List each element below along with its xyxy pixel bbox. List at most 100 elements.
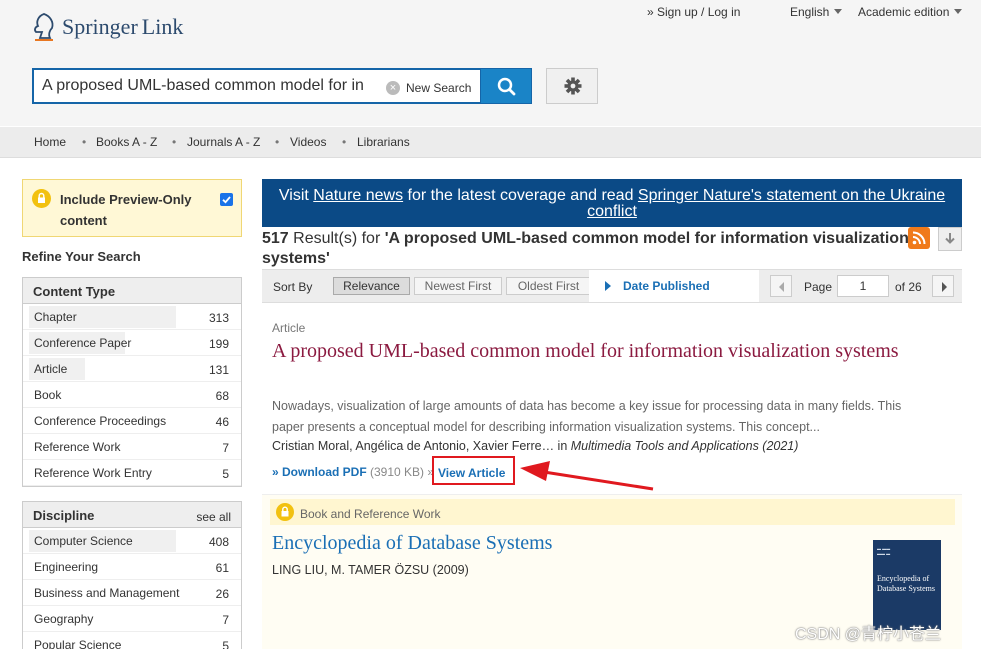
authors-text[interactable]: Cristian Moral, Angélica de Antonio, Xav…: [272, 439, 571, 453]
sort-oldest-button[interactable]: Oldest First: [506, 277, 591, 295]
facet-label[interactable]: Chapter: [34, 310, 77, 324]
rss-feed-button[interactable]: [908, 227, 930, 249]
next-page-button[interactable]: [932, 275, 954, 297]
new-search-link[interactable]: New Search: [406, 81, 471, 95]
journal-link[interactable]: Multimedia Tools and Applications (2021): [571, 439, 799, 453]
nav-journals[interactable]: Journals A - Z: [187, 135, 260, 149]
download-pdf-link[interactable]: » Download PDF: [272, 465, 367, 479]
rss-icon: [912, 231, 926, 245]
facet-header: Discipline see all: [23, 502, 241, 528]
content-type-facet-row[interactable]: Reference Work 7: [23, 434, 241, 460]
view-article-link[interactable]: View Article: [438, 466, 505, 480]
date-published-label: Date Published: [623, 279, 710, 293]
banner-text: for the latest coverage and read: [403, 187, 638, 204]
facet-count: 7: [222, 613, 229, 627]
date-published-filter[interactable]: Date Published: [589, 270, 759, 302]
book-cover-image[interactable]: ▬ ▬▬ ▬▬ ▬ Encyclopedia of Database System…: [873, 540, 941, 630]
page-number-input[interactable]: 1: [837, 275, 889, 297]
content-type-facet-row[interactable]: Article 131: [23, 356, 241, 382]
result-authors: LING LIU, M. TAMER ÖZSU (2009): [272, 563, 469, 577]
facet-label[interactable]: Engineering: [34, 560, 98, 574]
facet-label[interactable]: Geography: [34, 612, 93, 626]
nav-librarians[interactable]: Librarians: [357, 135, 410, 149]
discipline-facet-row[interactable]: Engineering 61: [23, 554, 241, 580]
facet-count: 61: [215, 561, 229, 575]
nav-separator: •: [275, 135, 280, 149]
facet-header: Content Type: [23, 278, 241, 304]
download-icon: [945, 233, 955, 244]
facet-label[interactable]: Reference Work Entry: [34, 466, 152, 480]
facet-label[interactable]: Book: [34, 388, 61, 402]
pdf-size: (3910 KB): [370, 465, 425, 479]
result-actions: » Download PDF (3910 KB) »: [272, 465, 434, 479]
sort-newest-button[interactable]: Newest First: [414, 277, 502, 295]
refine-heading: Refine Your Search: [22, 249, 141, 264]
edition-selector[interactable]: Academic edition: [858, 5, 963, 19]
search-input[interactable]: A proposed UML-based common model for in: [42, 77, 375, 97]
facet-count: 199: [208, 337, 229, 351]
header: Springer Link » Sign up / Log in English …: [0, 0, 981, 126]
search-button[interactable]: [480, 68, 532, 104]
book-cover-title: Encyclopedia of Database Systems: [877, 574, 935, 593]
nav-home[interactable]: Home: [34, 135, 66, 149]
content-type-facet-row[interactable]: Reference Work Entry 5: [23, 460, 241, 486]
preview-only-filter[interactable]: Include Preview-Only content: [22, 179, 242, 237]
content-type-facet-row[interactable]: Conference Paper 199: [23, 330, 241, 356]
result-authors: Cristian Moral, Angélica de Antonio, Xav…: [272, 439, 942, 453]
caret-right-icon: [605, 281, 611, 291]
facet-count: 131: [208, 363, 229, 377]
facet-count: 46: [215, 415, 229, 429]
facet-label[interactable]: Computer Science: [34, 534, 133, 548]
nav-separator: •: [82, 135, 87, 149]
content-type-facet-row[interactable]: Conference Proceedings 46: [23, 408, 241, 434]
download-results-button[interactable]: [938, 227, 962, 251]
nav-videos[interactable]: Videos: [290, 135, 326, 149]
lock-icon: [32, 189, 51, 208]
watermark: CSDN @青柠小苍兰: [795, 626, 942, 643]
discipline-facet: Discipline see all Computer Science 408 En…: [22, 501, 242, 649]
cover-decoration: ▬ ▬▬ ▬▬ ▬: [877, 546, 891, 556]
page-label: Page: [804, 280, 833, 294]
results-summary: 517 Result(s) for 'A proposed UML-based …: [262, 229, 912, 269]
facet-count: 408: [208, 535, 229, 549]
facet-title: Content Type: [33, 284, 116, 299]
sort-relevance-button[interactable]: Relevance: [333, 277, 410, 295]
annotation-arrow: [520, 461, 654, 491]
result-snippet: Nowadays, visualization of large amounts…: [272, 399, 902, 434]
search-icon: [497, 77, 516, 96]
facet-label[interactable]: Reference Work: [34, 440, 120, 454]
facet-title: Discipline: [33, 508, 95, 523]
language-selector[interactable]: English: [790, 5, 843, 19]
springer-horse-icon: [32, 12, 56, 42]
chevron-down-icon: [954, 9, 963, 14]
facet-label[interactable]: Article: [34, 362, 67, 376]
discipline-facet-row[interactable]: Geography 7: [23, 606, 241, 632]
discipline-facet-row[interactable]: Computer Science 408: [23, 528, 241, 554]
facet-count: 26: [215, 587, 229, 601]
preview-only-label: Include Preview-Only content: [60, 192, 192, 228]
springer-logo[interactable]: Springer Link: [32, 12, 183, 42]
nav-books[interactable]: Books A - Z: [96, 135, 157, 149]
facet-label[interactable]: Conference Proceedings: [34, 414, 166, 428]
discipline-facet-row[interactable]: Popular Science 5: [23, 632, 241, 649]
prev-page-button[interactable]: [770, 275, 792, 297]
facet-label[interactable]: Popular Science: [34, 638, 121, 649]
signup-login-link[interactable]: » Sign up / Log in: [647, 5, 740, 19]
clear-search-icon[interactable]: ×: [386, 81, 400, 95]
nature-news-link[interactable]: Nature news: [313, 187, 403, 204]
settings-button[interactable]: [546, 68, 598, 104]
content-type-facet-row[interactable]: Book 68: [23, 382, 241, 408]
facet-label[interactable]: Conference Paper: [34, 336, 131, 350]
statement-link[interactable]: Springer Nature's statement on the Ukrai…: [587, 187, 945, 220]
facet-label[interactable]: Business and Management: [34, 586, 179, 600]
main-nav: Home • Books A - Z • Journals A - Z • Vi…: [0, 127, 981, 158]
lock-icon: [276, 503, 294, 521]
see-all-link[interactable]: see all: [196, 510, 231, 524]
discipline-facet-row[interactable]: Business and Management 26: [23, 580, 241, 606]
sort-label: Sort By: [273, 280, 313, 294]
checkmark-icon: [222, 196, 231, 204]
result-title-link[interactable]: A proposed UML-based common model for in…: [272, 339, 932, 363]
content-type-facet-row[interactable]: Chapter 313: [23, 304, 241, 330]
result-title-link[interactable]: Encyclopedia of Database Systems: [272, 532, 552, 555]
preview-only-checkbox[interactable]: [220, 193, 233, 206]
